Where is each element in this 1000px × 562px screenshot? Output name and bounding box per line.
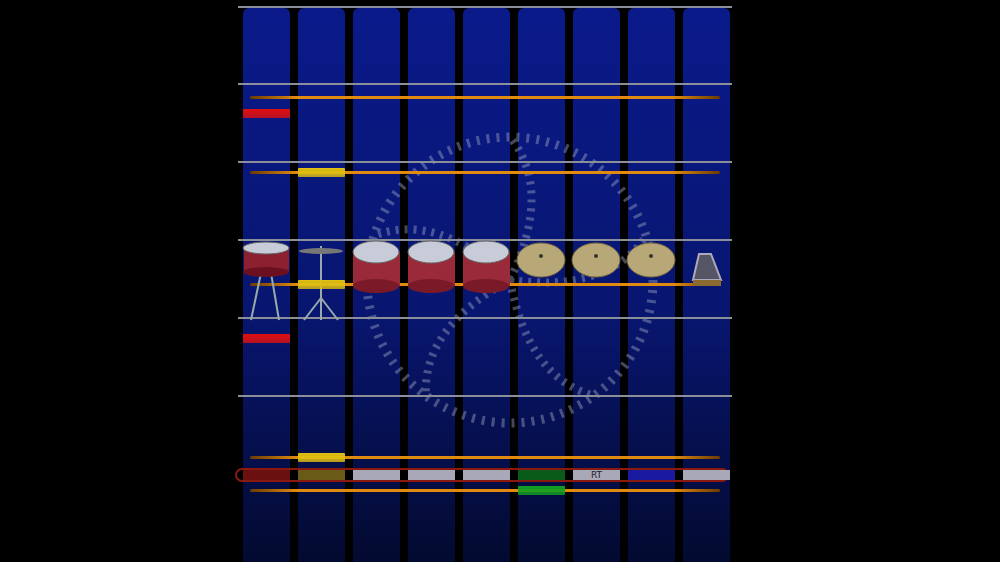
lane-chip [353, 470, 400, 480]
lane-chip: RT [573, 470, 620, 480]
note [518, 486, 565, 495]
drum-pad [404, 238, 459, 328]
note [243, 109, 290, 118]
drum-pad [624, 238, 679, 328]
playfield: RT [238, 0, 732, 562]
cymbal-icon [514, 238, 569, 328]
drum-pad [679, 238, 734, 328]
judge-bar: RT [235, 468, 729, 482]
beat-line [250, 96, 720, 99]
beat-line [250, 489, 720, 492]
lane-chip [683, 470, 730, 480]
tom-icon [459, 238, 514, 328]
tom-icon [404, 238, 459, 328]
lane-chip [408, 470, 455, 480]
drum-pad [239, 238, 294, 328]
lane-chip [628, 470, 675, 480]
drum-pad [569, 238, 624, 328]
snare-icon [239, 238, 294, 328]
drum-pad [514, 238, 569, 328]
note [298, 453, 345, 462]
lane-chip [298, 470, 345, 480]
note [298, 168, 345, 177]
tom-icon [349, 238, 404, 328]
cymbal-icon [624, 238, 679, 328]
bell-icon [679, 238, 734, 328]
lane-label: RT [591, 470, 602, 480]
drum-pad [459, 238, 514, 328]
lane-chip [243, 470, 290, 480]
measure-line [238, 395, 732, 397]
lane-chip [518, 470, 565, 480]
note [298, 280, 345, 289]
measure-line [238, 317, 732, 319]
note [243, 334, 290, 343]
drum-pad [349, 238, 404, 328]
measure-line [238, 161, 732, 163]
lane-chip [463, 470, 510, 480]
measure-line [238, 6, 732, 8]
measure-line [238, 83, 732, 85]
cymbal-icon [569, 238, 624, 328]
